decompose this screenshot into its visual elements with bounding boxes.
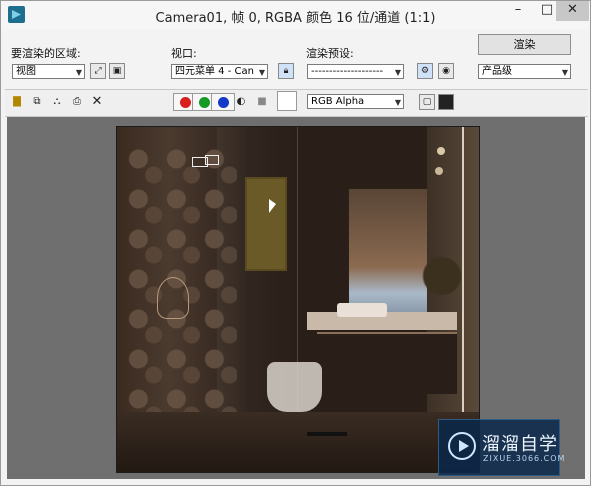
green-circle-icon (199, 97, 210, 108)
mirror (347, 187, 431, 321)
watermark-url: ZIXUE.3066.COM (483, 454, 566, 463)
vanity-cabinet (317, 332, 457, 394)
viewport-label: 视口: (171, 47, 197, 60)
alpha-icon[interactable]: ◐ (235, 96, 247, 108)
render-preset-select[interactable]: -------------------- ▼ (307, 64, 404, 79)
chevron-down-icon: ▼ (561, 68, 568, 77)
environment-icon[interactable]: ◉ (438, 63, 454, 79)
rendered-frame-window: Camera01, 帧 0, RGBA 颜色 16 位/通道 (1:1) – □… (0, 0, 591, 486)
copy-icon[interactable]: ⧉ (31, 96, 43, 108)
viewport-marker (205, 155, 219, 165)
display-toggle-icon[interactable]: ▢ (419, 94, 435, 110)
title-bar[interactable]: Camera01, 帧 0, RGBA 颜色 16 位/通道 (1:1) – □… (1, 1, 590, 29)
floor-drain (307, 432, 347, 436)
production-select[interactable]: 产品级 ▼ (478, 64, 571, 79)
chevron-down-icon: ▼ (258, 68, 265, 77)
render-button[interactable]: 渲染 (478, 34, 571, 55)
viewport-select[interactable]: 四元菜单 4 - Can ▼ (171, 64, 268, 79)
production-value: 产品级 (482, 66, 512, 77)
chevron-down-icon: ▼ (394, 68, 401, 77)
red-circle-icon (180, 97, 191, 108)
watermark-logo: 溜溜自学 ZIXUE.3066.COM (438, 419, 564, 476)
mono-icon[interactable]: ■ (256, 96, 268, 108)
fullscreen-icon[interactable] (438, 94, 454, 110)
toilet (267, 362, 322, 412)
clone-icon[interactable]: ⛬ (51, 96, 63, 108)
window-title: Camera01, 帧 0, RGBA 颜色 16 位/通道 (1:1) (155, 11, 436, 26)
color-swatch[interactable] (277, 91, 297, 111)
area-to-render-select[interactable]: 视图 ▼ (12, 64, 85, 79)
close-button[interactable]: ✕ (556, 1, 589, 21)
area-to-render-label: 要渲染的区域: (11, 47, 81, 60)
render-preset-label: 渲染预设: (306, 47, 354, 60)
rendered-image (116, 126, 480, 473)
channel-value: RGB Alpha (311, 96, 365, 107)
channel-select[interactable]: RGB Alpha ▼ (307, 94, 404, 109)
chevron-down-icon: ▼ (394, 98, 401, 107)
watermark-name: 溜溜自学 (482, 434, 558, 455)
ceiling-light (437, 147, 445, 155)
mouse-cursor-icon (269, 199, 276, 213)
minimize-button[interactable]: – (504, 1, 532, 21)
render-preset-value: -------------------- (311, 66, 384, 77)
wall-picture (245, 177, 287, 271)
plant (422, 252, 462, 312)
ceiling-light (435, 167, 443, 175)
lock-icon[interactable]: 🔒︎ (278, 63, 294, 79)
sink (337, 303, 387, 317)
area-to-render-value: 视图 (16, 66, 36, 77)
clear-icon[interactable]: ✕ (91, 95, 103, 108)
render-setup-icon[interactable]: ⚙ (417, 63, 433, 79)
save-icon[interactable]: ▇ (11, 96, 23, 108)
edit-region-icon[interactable]: ⤢ (90, 63, 106, 79)
auto-region-icon[interactable]: ▣ (109, 63, 125, 79)
blue-channel-toggle[interactable] (211, 93, 235, 111)
play-logo-icon (448, 432, 476, 460)
shower-head (157, 277, 189, 319)
chevron-down-icon: ▼ (75, 68, 82, 77)
viewport-value: 四元菜单 4 - Can (175, 66, 254, 77)
floor (117, 412, 479, 472)
blue-circle-icon (218, 97, 229, 108)
print-icon[interactable]: ⎙ (71, 96, 83, 108)
